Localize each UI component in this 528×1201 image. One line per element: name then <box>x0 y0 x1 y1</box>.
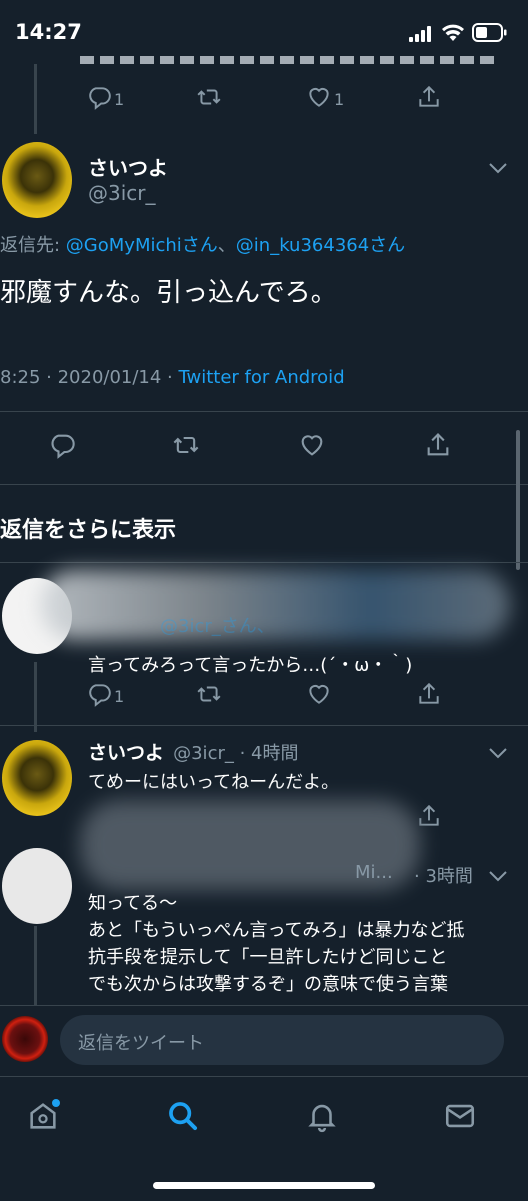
share-button[interactable] <box>416 681 442 711</box>
thread-line <box>34 926 37 1006</box>
wifi-icon <box>441 22 465 46</box>
reply-button[interactable]: 1 <box>86 681 124 711</box>
chevron-down-icon[interactable] <box>488 160 508 179</box>
reply-header: さいつよ @3icr_ · 4時間 <box>88 738 298 765</box>
thread-line <box>34 64 37 134</box>
status-time: 14:27 <box>15 20 82 44</box>
home-indicator <box>153 1182 375 1189</box>
reply-text-line: 知ってる〜 <box>88 893 178 914</box>
reply-meta: · 3時間 <box>414 866 473 887</box>
divider <box>0 725 528 726</box>
reply-icon <box>48 431 76 463</box>
reply-text: 言ってみろって言ったから…(´・ω・｀) <box>88 655 413 676</box>
scrollbar[interactable] <box>516 430 520 570</box>
prev-share-button[interactable] <box>416 84 442 114</box>
avatar[interactable] <box>2 848 72 924</box>
prev-tweet-text-cutoff <box>80 56 500 66</box>
share-button[interactable] <box>424 431 452 463</box>
tab-messages[interactable] <box>443 1099 477 1137</box>
avatar[interactable] <box>2 142 72 218</box>
search-icon <box>166 1102 200 1137</box>
like-button[interactable] <box>306 681 332 711</box>
tweet-timestamp: 8:25 · 2020/01/14 · <box>0 367 179 388</box>
battery-icon <box>472 23 508 47</box>
share-icon <box>424 431 452 463</box>
reply-count: 1 <box>114 89 125 109</box>
reply-to-line: 返信先: @GoMyMichiさん、@in_ku364364さん <box>0 231 405 257</box>
reply-to-separator: 、 <box>217 235 236 256</box>
reply-count: 1 <box>114 686 125 706</box>
reply-text-line: あと「もういっぺん言ってみろ」は暴力など抵 <box>88 920 465 941</box>
tweet-client-link[interactable]: Twitter for Android <box>179 367 345 388</box>
reply-text-line: でも次からは攻撃するぞ」の意味で使う言葉 <box>88 974 448 995</box>
display-name[interactable]: さいつよ <box>88 742 164 764</box>
home-icon <box>26 1103 60 1137</box>
reply-button[interactable] <box>48 431 76 463</box>
reply-to-user-link[interactable]: @in_ku364364さん <box>236 235 405 256</box>
display-name[interactable]: さいつよ <box>88 152 168 181</box>
reply-to-user-link[interactable]: @3icr_さん、 <box>160 612 275 638</box>
reply-text: てめーにはいってねーんだよ。 <box>88 772 340 793</box>
heart-icon <box>306 681 332 711</box>
avatar[interactable] <box>2 740 72 816</box>
reply-icon <box>86 681 112 711</box>
divider <box>0 411 528 412</box>
tab-notifications[interactable] <box>305 1099 339 1137</box>
divider <box>0 484 528 485</box>
retweet-button[interactable] <box>196 681 222 711</box>
retweet-icon <box>196 84 222 114</box>
compose-input[interactable]: 返信をツイート <box>60 1015 504 1065</box>
tab-home[interactable] <box>26 1099 60 1137</box>
compose-bar: 返信をツイート <box>0 1005 528 1076</box>
reply-to-user-link[interactable]: @GoMyMichiさん <box>66 235 218 256</box>
bell-icon <box>305 1104 339 1137</box>
tab-search[interactable] <box>166 1099 200 1137</box>
tweet-text: 邪魔すんな。引っ込んでろ。 <box>0 278 337 308</box>
tab-bar <box>0 1076 528 1201</box>
prev-retweet-button[interactable] <box>196 84 222 114</box>
more-replies-heading: 返信をさらに表示 <box>0 518 177 543</box>
tweet-timestamp-line: 8:25 · 2020/01/14 · Twitter for Android <box>0 367 345 388</box>
chevron-down-icon[interactable] <box>488 745 508 764</box>
prev-reply-button[interactable]: 1 <box>86 84 124 114</box>
notification-dot <box>52 1099 60 1107</box>
share-button[interactable] <box>416 803 442 833</box>
retweet-icon <box>196 681 222 711</box>
like-count: 1 <box>334 89 345 109</box>
redacted-overlay <box>40 570 510 640</box>
user-handle[interactable]: @3icr_ <box>88 181 156 205</box>
compose-placeholder: 返信をツイート <box>78 1033 204 1054</box>
user-handle[interactable]: Mi... <box>355 862 393 883</box>
share-icon <box>416 84 442 114</box>
like-button[interactable] <box>298 431 326 463</box>
retweet-button[interactable] <box>172 431 200 463</box>
signal-icon <box>409 26 433 42</box>
share-icon <box>416 803 442 833</box>
status-bar: 14:27 <box>0 0 528 64</box>
reply-icon <box>86 84 112 114</box>
prev-like-button[interactable]: 1 <box>306 84 344 114</box>
retweet-icon <box>172 431 200 463</box>
share-icon <box>416 681 442 711</box>
reply-text: 知ってる〜 あと「もういっぺん言ってみろ」は暴力など抵 抗手段を提示して「一旦許… <box>88 890 465 998</box>
heart-icon <box>306 84 332 114</box>
heart-icon <box>298 431 326 463</box>
reply-to-prefix: 返信先: <box>0 235 66 256</box>
thread-line <box>34 662 37 732</box>
chevron-down-icon[interactable] <box>488 868 508 887</box>
divider <box>0 562 528 563</box>
avatar[interactable] <box>2 1016 48 1062</box>
reply-text-line: 抗手段を提示して「一旦許したけど同じこと <box>88 947 448 968</box>
reply-meta: @3icr_ · 4時間 <box>173 743 299 764</box>
mail-icon <box>443 1104 477 1137</box>
